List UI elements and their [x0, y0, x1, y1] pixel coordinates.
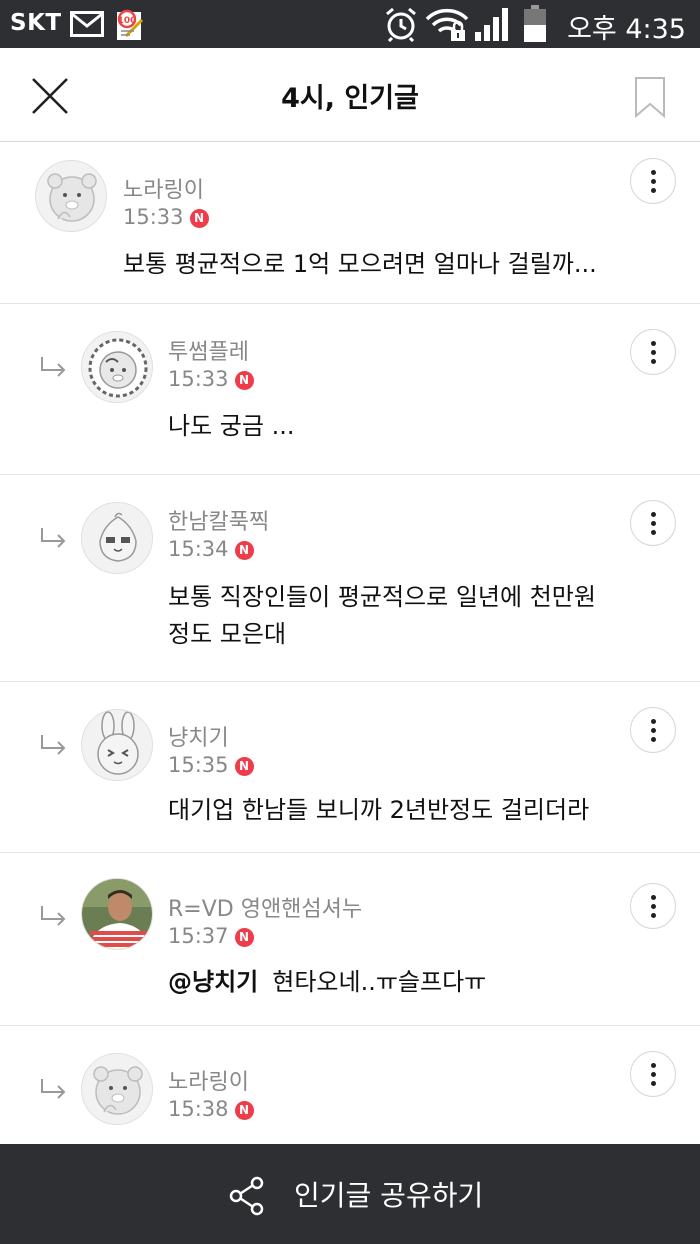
share-icon	[229, 1176, 264, 1216]
comment-text-line: 대기업 한남들 보니까 2년반정도 걸리더라	[168, 796, 590, 824]
comment-text: @냥치기 현타오네..ㅠ슬프다ㅠ	[168, 964, 486, 1001]
timestamp-text: 15:34	[168, 537, 229, 561]
rabbit-avatar[interactable]	[81, 709, 153, 781]
new-badge: N	[234, 541, 254, 560]
timestamp: 15:37 N	[168, 924, 254, 948]
status-bar: SKT 100 오후 4:35	[0, 0, 700, 48]
comment-item: 투썸플레 15:33 N 나도 궁금 ...	[0, 304, 700, 475]
comment-text-line: 보통 평균적으로 1억 모으려면 얼마나 걸릴까...	[123, 250, 597, 278]
comment-text: 보통 직장인들이 평균적으로 일년에 천만원 정도 모은대	[168, 579, 596, 653]
new-badge: N	[234, 757, 254, 776]
peach-avatar[interactable]	[81, 502, 153, 574]
reply-arrow-icon	[41, 528, 66, 548]
more-options-button[interactable]	[630, 883, 676, 929]
timestamp: 15:33 N	[123, 205, 209, 229]
more-options-button[interactable]	[630, 158, 676, 204]
mention-link[interactable]: @냥치기	[168, 968, 258, 996]
new-badge: N	[234, 371, 254, 390]
page-title: 4시, 인기글	[281, 83, 419, 114]
timestamp-text: 15:38	[168, 1097, 229, 1121]
timestamp-text: 15:33	[123, 205, 184, 229]
comment-item: 노라링이 15:38 N	[0, 1026, 700, 1156]
bear-avatar[interactable]	[35, 160, 107, 232]
svg-text:100: 100	[118, 16, 137, 26]
clock-label: 오후 4:35	[567, 14, 686, 45]
mail-icon	[70, 11, 104, 41]
alarm-icon	[383, 6, 419, 46]
timestamp: 15:38 N	[168, 1097, 254, 1121]
share-label: 인기글 공유하기	[294, 1179, 484, 1212]
author-name[interactable]: 냥치기	[168, 720, 229, 752]
bookmark-icon	[635, 77, 665, 119]
timestamp: 15:33 N	[168, 367, 254, 391]
new-badge: N	[234, 928, 254, 947]
comment-text-line: 정도 모은대	[168, 620, 287, 648]
reply-arrow-icon	[41, 735, 66, 755]
author-name[interactable]: 노라링이	[168, 1064, 249, 1096]
comment-text: 대기업 한남들 보니까 2년반정도 걸리더라	[168, 792, 589, 829]
comment-text-line: 보통 직장인들이 평균적으로 일년에 천만원	[168, 583, 596, 611]
new-badge: N	[234, 1101, 254, 1120]
new-badge: N	[189, 209, 209, 228]
signal-icon	[474, 6, 514, 46]
comment-feed: 노라링이 15:33 N 보통 평균적으로 1억 모으려면 얼마나 걸릴까... …	[0, 143, 700, 1156]
author-name[interactable]: 투썸플레	[168, 334, 249, 366]
timestamp: 15:35 N	[168, 753, 254, 777]
reply-arrow-icon	[41, 1079, 66, 1099]
comment-text: 보통 평균적으로 1억 모으려면 얼마나 걸릴까...	[123, 246, 597, 283]
author-name[interactable]: 한남칼푹찍	[168, 504, 269, 536]
timestamp-text: 15:37	[168, 924, 229, 948]
author-name[interactable]: R=VD 영앤핸섬셔누	[168, 891, 362, 923]
timestamp-text: 15:33	[168, 367, 229, 391]
comment-item: 노라링이 15:33 N 보통 평균적으로 1억 모으려면 얼마나 걸릴까...	[0, 143, 700, 304]
app-notification-icon: 100	[116, 6, 146, 46]
reply-arrow-icon	[41, 906, 66, 926]
author-name[interactable]: 노라링이	[123, 172, 204, 204]
comment-text-line: 나도 궁금 ...	[168, 412, 295, 440]
reply-arrow-icon	[41, 357, 66, 377]
comment-item: 냥치기 15:35 N 대기업 한남들 보니까 2년반정도 걸리더라	[0, 682, 700, 853]
lion-avatar[interactable]	[81, 331, 153, 403]
wifi-locked-icon	[425, 8, 469, 46]
battery-icon	[523, 5, 547, 47]
comment-item: R=VD 영앤핸섬셔누 15:37 N @냥치기 현타오네..ㅠ슬프다ㅠ	[0, 853, 700, 1026]
share-bar[interactable]: 인기글 공유하기	[0, 1144, 700, 1244]
bear-avatar[interactable]	[81, 1053, 153, 1125]
timestamp: 15:34 N	[168, 537, 254, 561]
comment-item: 한남칼푹찍 15:34 N 보통 직장인들이 평균적으로 일년에 천만원 정도 모…	[0, 475, 700, 682]
more-options-button[interactable]	[630, 329, 676, 375]
more-options-button[interactable]	[630, 1051, 676, 1097]
more-options-button[interactable]	[630, 707, 676, 753]
photo-avatar[interactable]	[81, 878, 153, 950]
header: 4시, 인기글	[0, 48, 700, 142]
carrier-label: SKT	[10, 10, 62, 36]
bookmark-button[interactable]	[632, 76, 668, 119]
comment-text: 나도 궁금 ...	[168, 408, 294, 445]
comment-text-line: 현타오네..ㅠ슬프다ㅠ	[272, 968, 487, 996]
timestamp-text: 15:35	[168, 753, 229, 777]
more-options-button[interactable]	[630, 500, 676, 546]
